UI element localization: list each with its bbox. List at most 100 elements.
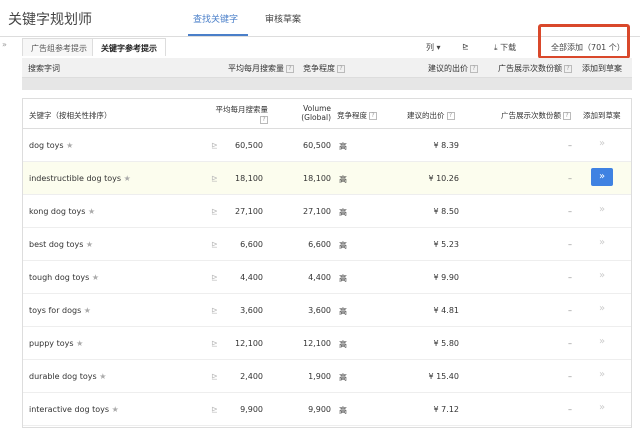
add-to-draft-button[interactable]: » [591,399,613,417]
volume-cell: 9,900 [308,405,331,414]
competition-cell: 高 [339,142,347,151]
keyword-cell[interactable]: toys for dogs ★ [29,306,91,315]
highlight-box [538,24,630,59]
keyword-cell[interactable]: durable dog toys ★ [29,372,106,381]
add-to-draft-button[interactable]: » [591,201,613,219]
star-icon[interactable]: ★ [92,273,99,282]
add-to-draft-button[interactable]: » [591,333,613,351]
table-row: toys for dogs ★ ⊵ 3,600 3,600 高 ¥ 4.81 –… [23,294,631,327]
bid-cell: ¥ 4.81 [433,306,459,315]
summary-share-header: 广告展示次数份额? [498,63,572,74]
app-title: 关键字规划师 [8,12,92,28]
tab-review-draft[interactable]: 审核草案 [265,12,301,25]
share-cell: – [568,174,572,183]
star-icon[interactable]: ★ [124,174,131,183]
avg-searches-cell: 6,600 [240,240,263,249]
add-to-draft-button[interactable]: » [591,267,613,285]
volume-cell: 1,900 [308,372,331,381]
bid-cell: ¥ 10.26 [428,174,459,183]
keyword-cell[interactable]: best dog toys ★ [29,240,93,249]
table-row: kong dog toys ★ ⊵ 27,100 27,100 高 ¥ 8.50… [23,195,631,228]
table-row: puppy toys ★ ⊵ 12,100 12,100 高 ¥ 5.80 – … [23,327,631,360]
volume-header: Volume (Global) [301,104,331,122]
bid-header: 建议的出价? [407,110,455,121]
star-icon[interactable]: ★ [86,240,93,249]
competition-cell: 高 [339,373,347,382]
keyword-cell[interactable]: tough dog toys ★ [29,273,99,282]
summary-bid-header: 建议的出价? [428,63,478,74]
keyword-cell[interactable]: interactive dog toys ★ [29,405,119,414]
share-cell: – [568,306,572,315]
star-icon[interactable]: ★ [99,372,106,381]
bid-cell: ¥ 7.12 [433,405,459,414]
star-icon[interactable]: ★ [76,339,83,348]
keyword-cell[interactable]: puppy toys ★ [29,339,83,348]
summary-term-header: 搜索字词 [28,64,60,73]
keyword-cell[interactable]: kong dog toys ★ [29,207,95,216]
share-cell: – [568,273,572,282]
table-row: tough dog toys ★ ⊵ 4,400 4,400 高 ¥ 9.90 … [23,261,631,294]
columns-button[interactable]: 列 ▾ [420,38,447,56]
share-cell: – [568,405,572,414]
keyword-header: 关键字（按相关性排序） [29,111,112,120]
add-header: 添加到草案 [583,111,621,120]
add-to-draft-button[interactable]: » [591,135,613,153]
competition-cell: 高 [339,340,347,349]
add-to-draft-button[interactable]: » [591,366,613,384]
bid-cell: ¥ 5.23 [433,240,459,249]
share-cell: – [568,207,572,216]
table-row: interactive dog toys ★ ⊵ 9,900 9,900 高 ¥… [23,393,631,426]
subtab-keyword-ideas[interactable]: 关键字参考提示 [92,38,166,56]
competition-cell: 高 [339,406,347,415]
bid-cell: ¥ 9.90 [433,273,459,282]
volume-cell: 3,600 [308,306,331,315]
share-cell: – [568,372,572,381]
table-header: 关键字（按相关性排序） 平均每月搜索量? Volume (Global) 竞争程… [23,99,631,129]
summary-competition-header: 竞争程度? [303,63,345,74]
subtab-adgroup-ideas[interactable]: 广告组参考提示 [22,38,96,56]
volume-cell: 12,100 [303,339,331,348]
avg-header: 平均每月搜索量? [215,105,268,124]
add-to-draft-button[interactable]: » [591,300,613,318]
avg-searches-cell: 27,100 [235,207,263,216]
table-row: best dog toys ★ ⊵ 6,600 6,600 高 ¥ 5.23 –… [23,228,631,261]
download-label: 下载 [500,43,517,52]
chart-icon[interactable]: ⊵ [456,38,475,56]
add-to-draft-button[interactable]: » [591,234,613,252]
star-icon[interactable]: ★ [66,141,73,150]
share-cell: – [568,339,572,348]
avg-searches-cell: 12,100 [235,339,263,348]
avg-searches-cell: 60,500 [235,141,263,150]
star-icon[interactable]: ★ [112,405,119,414]
bid-cell: ¥ 8.39 [433,141,459,150]
bid-cell: ¥ 15.40 [428,372,459,381]
star-icon[interactable]: ★ [88,207,95,216]
avg-searches-cell: 9,900 [240,405,263,414]
add-to-draft-button[interactable]: » [591,168,613,186]
volume-cell: 27,100 [303,207,331,216]
download-button[interactable]: ⤓ 下载 [488,38,522,56]
avg-searches-cell: 2,400 [240,372,263,381]
table-row: dog toys ★ ⊵ 60,500 60,500 高 ¥ 8.39 – » [23,129,631,162]
avg-searches-cell: 18,100 [235,174,263,183]
competition-header: 竞争程度? [337,110,377,121]
keyword-table: 关键字（按相关性排序） 平均每月搜索量? Volume (Global) 竞争程… [22,98,632,428]
competition-cell: 高 [339,307,347,316]
avg-searches-cell: 4,400 [240,273,263,282]
share-cell: – [568,240,572,249]
volume-cell: 4,400 [308,273,331,282]
tab-find-keywords[interactable]: 查找关键字 [193,12,238,25]
summary-avg-header: 平均每月搜索量? [228,63,294,74]
keyword-cell[interactable]: indestructible dog toys ★ [29,174,131,183]
star-icon[interactable]: ★ [84,306,91,315]
bid-cell: ¥ 8.50 [433,207,459,216]
expand-sidebar-icon[interactable]: » [2,40,7,49]
bid-cell: ¥ 5.80 [433,339,459,348]
volume-cell: 6,600 [308,240,331,249]
keyword-cell[interactable]: dog toys ★ [29,141,73,150]
share-cell: – [568,141,572,150]
avg-searches-cell: 3,600 [240,306,263,315]
share-header: 广告展示次数份额? [501,110,571,121]
competition-cell: 高 [339,208,347,217]
summary-row [22,78,632,90]
